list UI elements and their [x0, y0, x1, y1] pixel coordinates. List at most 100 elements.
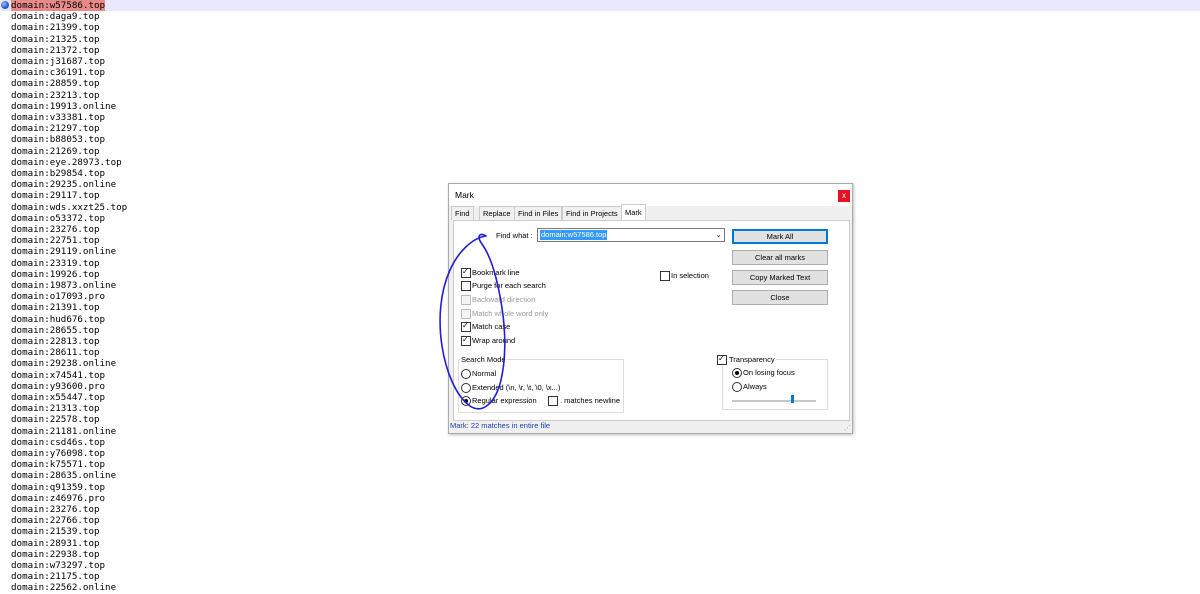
editor-line[interactable]: domain:v33381.top: [0, 112, 1200, 123]
editor-line[interactable]: domain:21297.top: [0, 123, 1200, 134]
regex-radio[interactable]: [461, 396, 471, 406]
editor-line[interactable]: domain:b88053.top: [0, 134, 1200, 145]
editor-line[interactable]: domain:28635.online: [0, 470, 1200, 481]
editor-line[interactable]: domain:q91359.top: [0, 482, 1200, 493]
editor-line[interactable]: domain:21269.top: [0, 146, 1200, 157]
editor-line-text: domain:csd46s.top: [11, 436, 106, 448]
always-radio[interactable]: [732, 382, 742, 392]
bookmark-icon[interactable]: [1, 1, 9, 9]
editor-line-text: domain:o17093.pro: [11, 291, 106, 303]
editor-line-text: domain:22938.top: [11, 548, 100, 560]
editor-line-text: domain:23276.top: [11, 504, 100, 515]
editor-line-text: domain:y93600.pro: [11, 380, 106, 392]
mark-all-button[interactable]: Mark All: [732, 229, 828, 244]
matches-newline-label: . matches newline: [560, 396, 621, 405]
normal-radio[interactable]: [461, 369, 471, 379]
editor-line-text: domain:29119.online: [11, 246, 117, 258]
bookmark-line-label: Bookmark line: [472, 268, 520, 277]
editor-line[interactable]: domain:21325.top: [0, 34, 1200, 45]
editor-line[interactable]: domain:28859.top: [0, 78, 1200, 89]
editor-line-text: domain:v33381.top: [11, 112, 106, 123]
editor-line[interactable]: domain:z46976.pro: [0, 493, 1200, 504]
transparency-slider[interactable]: [732, 400, 816, 402]
editor-line-text: domain:c36191.top: [11, 67, 106, 79]
extended-radio[interactable]: [461, 383, 471, 393]
tab-replace[interactable]: Replace: [479, 206, 515, 220]
matches-newline-checkbox[interactable]: [548, 396, 558, 406]
editor-line-text: domain:22766.top: [11, 515, 100, 527]
editor-line[interactable]: domain:w73297.top: [0, 560, 1200, 571]
always-label: Always: [743, 382, 767, 391]
editor-line[interactable]: domain:eye.28973.top: [0, 157, 1200, 168]
clear-all-marks-button[interactable]: Clear all marks: [732, 250, 828, 265]
editor-line[interactable]: domain:y76098.top: [0, 448, 1200, 459]
tab-mark[interactable]: Mark: [621, 204, 646, 221]
editor-line-text: domain:q91359.top: [11, 481, 106, 493]
wrap-around-checkbox[interactable]: [461, 335, 471, 346]
editor-line[interactable]: domain:21372.top: [0, 45, 1200, 56]
tab-find-in-files[interactable]: Find in Files: [514, 206, 563, 220]
editor-line-text: domain:z46976.pro: [11, 492, 106, 504]
editor-line[interactable]: domain:28931.top: [0, 538, 1200, 549]
purge-checkbox[interactable]: [461, 281, 471, 291]
in-selection-checkbox[interactable]: [660, 271, 670, 281]
on-losing-focus-radio[interactable]: [732, 368, 742, 378]
transparency-checkbox[interactable]: [717, 354, 727, 365]
editor-line-text: domain:x74541.top: [11, 369, 106, 381]
backward-direction-checkbox[interactable]: [461, 295, 471, 305]
editor-line[interactable]: domain:22938.top: [0, 549, 1200, 560]
whole-word-checkbox[interactable]: [461, 309, 471, 319]
editor-line[interactable]: domain:b29854.top: [0, 168, 1200, 179]
match-case-checkbox[interactable]: [461, 321, 471, 332]
mark-dialog: Mark x Find Replace Find in Files Find i…: [448, 183, 853, 434]
editor-line-text: domain:21325.top: [11, 33, 100, 45]
editor-line[interactable]: domain:daga9.top: [0, 11, 1200, 22]
match-case-label: Match case: [472, 322, 511, 331]
editor-line-text: domain:19873.online: [11, 280, 117, 291]
editor-line-text: domain:21175.top: [11, 571, 100, 583]
editor-line[interactable]: domain:k75571.top: [0, 459, 1200, 470]
find-what-value[interactable]: domain:w57586.top: [540, 230, 608, 240]
editor-line[interactable]: domain:23213.top: [0, 90, 1200, 101]
editor-line-text: domain:21297.top: [11, 123, 100, 135]
editor-line-text: domain:23213.top: [11, 89, 100, 101]
editor-line[interactable]: domain:22766.top: [0, 515, 1200, 526]
editor-line-text: domain:j31687.top: [11, 56, 106, 67]
close-icon[interactable]: x: [838, 190, 850, 202]
dialog-titlebar[interactable]: Mark x: [449, 184, 852, 206]
editor-line-text: domain:y76098.top: [11, 448, 106, 459]
editor-line[interactable]: domain:c36191.top: [0, 67, 1200, 78]
editor-line-text: domain:eye.28973.top: [11, 156, 122, 168]
editor-line[interactable]: domain:21539.top: [0, 526, 1200, 537]
editor-line-text: domain:21313.top: [11, 403, 100, 415]
editor-line[interactable]: domain:w57586.top: [0, 0, 1200, 12]
editor-line-text: domain:28931.top: [11, 537, 100, 549]
editor-line-text: domain:21269.top: [11, 145, 100, 157]
bookmark-line-checkbox[interactable]: [461, 267, 471, 278]
wrap-around-label: Wrap around: [472, 336, 516, 345]
tab-find[interactable]: Find: [451, 206, 474, 220]
editor-line-text: domain:22813.top: [11, 336, 100, 347]
close-button[interactable]: Close: [732, 290, 828, 305]
editor-line[interactable]: domain:19913.online: [0, 101, 1200, 112]
editor-line-text: domain:daga9.top: [11, 11, 100, 23]
transparency-slider-thumb[interactable]: [791, 395, 795, 403]
editor-line[interactable]: domain:j31687.top: [0, 56, 1200, 67]
editor-line-text: domain:28635.online: [11, 470, 117, 482]
editor-line[interactable]: domain:21175.top: [0, 571, 1200, 582]
resize-grip-icon[interactable]: ⋰: [844, 424, 851, 432]
editor-line-text: domain:29238.online: [11, 358, 117, 370]
editor-line[interactable]: domain:21399.top: [0, 22, 1200, 33]
tab-find-in-projects[interactable]: Find in Projects: [562, 206, 622, 220]
chevron-down-icon[interactable]: ⌄: [715, 229, 722, 240]
find-what-combobox[interactable]: domain:w57586.top ⌄: [537, 228, 725, 242]
editor-line-text: domain:21391.top: [11, 302, 100, 314]
search-mode-title: Search Mode: [460, 355, 507, 364]
editor-line-text: domain:b88053.top: [11, 134, 106, 146]
editor-line-text: domain:w57586.top: [11, 0, 106, 11]
editor-line[interactable]: domain:csd46s.top: [0, 437, 1200, 448]
editor-line[interactable]: domain:23276.top: [0, 504, 1200, 515]
copy-marked-text-button[interactable]: Copy Marked Text: [732, 270, 828, 285]
editor-line-text: domain:28859.top: [11, 78, 100, 90]
editor-line-text: domain:23276.top: [11, 224, 100, 235]
